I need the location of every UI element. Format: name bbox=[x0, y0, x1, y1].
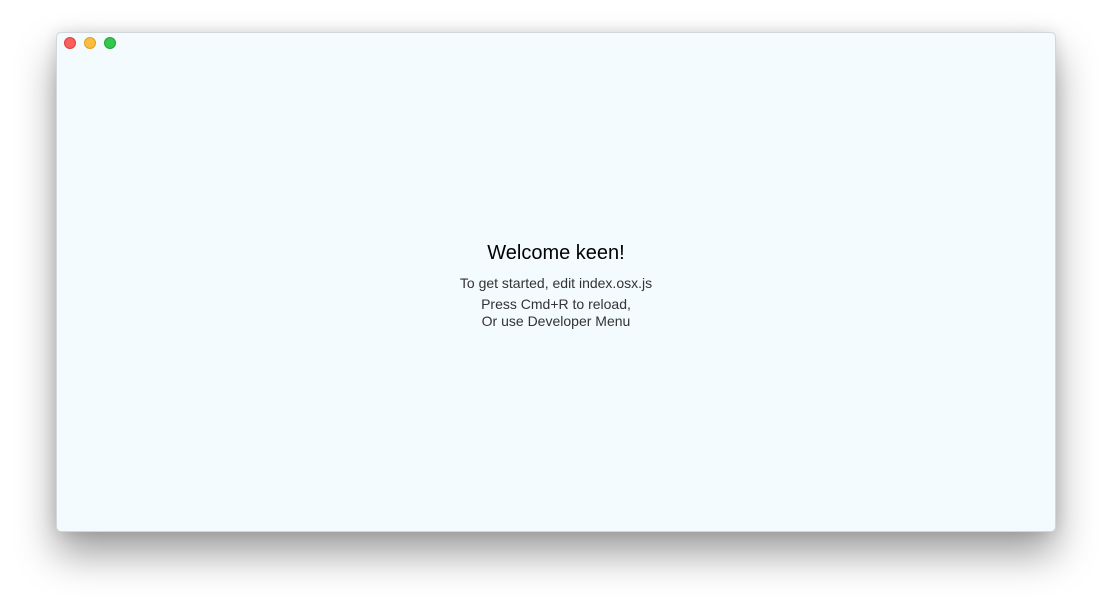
app-window: Welcome keen! To get started, edit index… bbox=[56, 32, 1056, 532]
instructions-text: To get started, edit index.osx.js bbox=[459, 275, 653, 291]
welcome-heading: Welcome keen! bbox=[487, 242, 625, 264]
reload-instructions: Press Cmd+R to reload, Or use Developer … bbox=[57, 296, 1055, 330]
desktop: Welcome keen! To get started, edit index… bbox=[0, 0, 1112, 612]
app-content: Welcome keen! To get started, edit index… bbox=[57, 33, 1055, 531]
reload-line-1: Press Cmd+R to reload, bbox=[481, 296, 631, 312]
reload-line-2: Or use Developer Menu bbox=[481, 313, 631, 329]
